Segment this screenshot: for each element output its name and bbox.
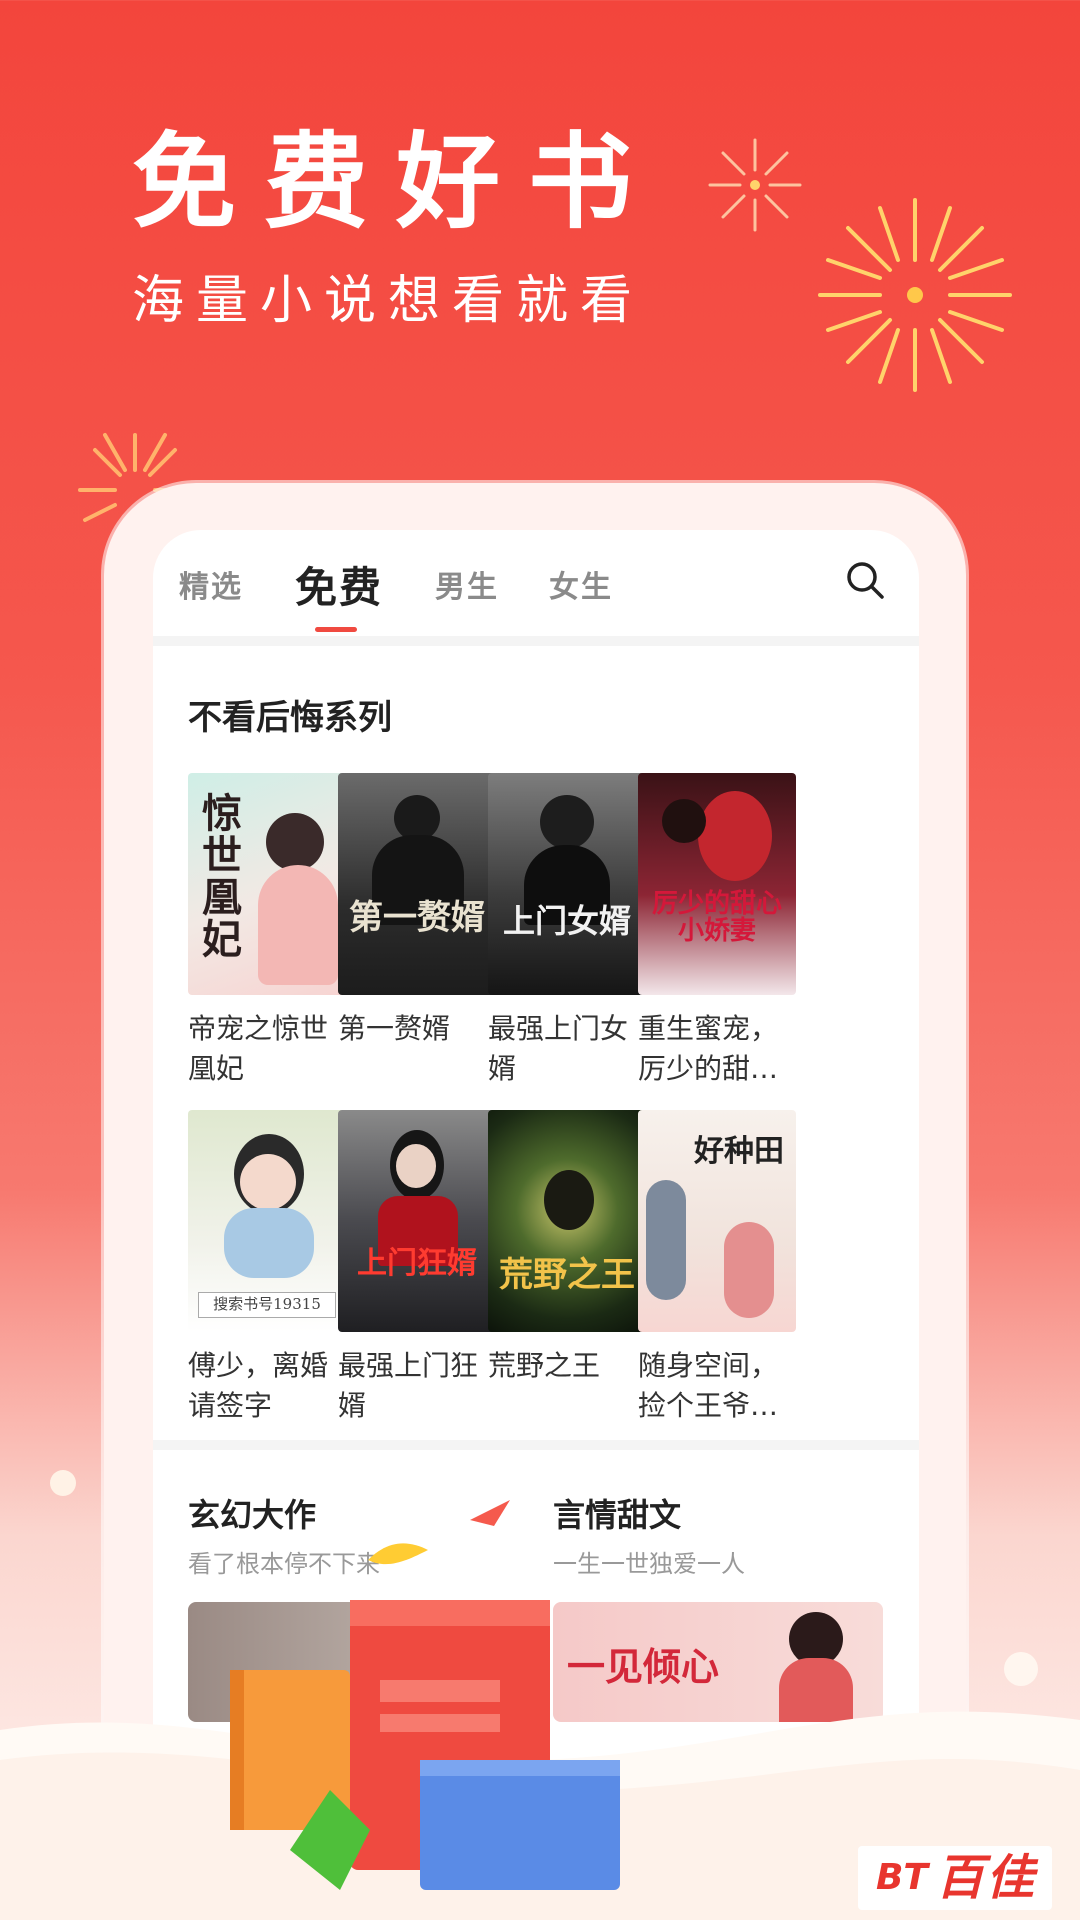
book-card[interactable]: 好种田 随身空间，捡个王爷种田 — [638, 1110, 796, 1426]
section-title: 不看后悔系列 — [188, 698, 392, 738]
book-cover: 厉少的甜心小娇妻 — [638, 773, 796, 995]
cover-title: 上门狂婿 — [357, 1246, 477, 1281]
book-card[interactable]: 第一赘婿 第一赘婿 — [338, 773, 496, 1049]
book-cover: 荒野之王 — [488, 1110, 646, 1332]
logo-icon: BT — [875, 1857, 928, 1898]
paper-plane-icon — [470, 1500, 510, 1526]
book-title: 第一赘婿 — [338, 1012, 451, 1045]
divider — [153, 636, 919, 646]
category-title[interactable]: 言情甜文 — [553, 1490, 681, 1536]
divider — [153, 1440, 919, 1450]
tab-active-indicator — [315, 627, 357, 632]
book-title: 荒野之王 — [488, 1349, 601, 1382]
category-subtitle: 一生一世独爱一人 — [553, 1550, 745, 1578]
cover-title: 第一赘婿 — [349, 898, 485, 938]
book-card[interactable]: 搜索书号19315 傅少，离婚请签字 — [188, 1110, 346, 1426]
bubble — [1004, 1652, 1038, 1686]
cover-title: 惊世凰妃 — [202, 790, 242, 963]
book-cover: 惊世凰妃 — [188, 773, 346, 995]
book-card[interactable]: 惊世凰妃 帝宠之惊世凰妃 — [188, 773, 346, 1089]
book-title: 傅少，离婚请签字 — [188, 1349, 329, 1422]
book-card[interactable]: 上门女婿 最强上门女婿 — [488, 773, 646, 1089]
cover-title: 好种田 — [694, 1134, 784, 1169]
book-card[interactable]: 荒野之王 荒野之王 — [488, 1110, 646, 1386]
cover-title: 荒野之王 — [499, 1255, 635, 1295]
bubble — [50, 1470, 76, 1496]
cover-title: 上门女婿 — [502, 902, 631, 940]
tab-male[interactable]: 男生 — [435, 562, 499, 606]
cover-title: 搜索书号19315 — [198, 1292, 336, 1318]
book-card[interactable]: 厉少的甜心小娇妻 重生蜜宠，厉少的甜心小娇妻 — [638, 773, 796, 1089]
book-title: 最强上门女婿 — [488, 1012, 629, 1085]
book-title: 最强上门狂婿 — [338, 1349, 479, 1422]
book-cover: 搜索书号19315 — [188, 1110, 346, 1332]
leaf-icon — [368, 1543, 428, 1565]
category-subtitle: 看了根本停不下来 — [188, 1550, 380, 1578]
promo-subheadline: 海量小说想看就看 — [132, 271, 645, 331]
book-card[interactable]: 上门狂婿 最强上门狂婿 — [338, 1110, 496, 1426]
logo-text: 百佳 — [935, 1850, 1036, 1906]
search-icon[interactable] — [845, 560, 885, 600]
tab-bar: 精选 免费 男生 女生 — [153, 530, 919, 636]
book-cover: 上门狂婿 — [338, 1110, 496, 1332]
book-cover: 好种田 — [638, 1110, 796, 1332]
tab-female[interactable]: 女生 — [549, 562, 613, 606]
firework-icon — [818, 198, 1012, 392]
brand-logo: BT 百佳 — [858, 1846, 1052, 1910]
promo-headline: 免费好书 — [132, 120, 661, 243]
book-cover: 第一赘婿 — [338, 773, 496, 995]
cover-title: 厉少的甜心小娇妻 — [651, 889, 782, 947]
tab-featured[interactable]: 精选 — [179, 562, 243, 606]
book-cover: 上门女婿 — [488, 773, 646, 995]
book-title: 重生蜜宠，厉少的甜心小娇妻 — [638, 1012, 779, 1085]
firework-icon — [708, 138, 802, 232]
book-stack-icon — [230, 1600, 620, 1890]
book-title: 随身空间，捡个王爷种田 — [638, 1349, 779, 1422]
book-title: 帝宠之惊世凰妃 — [188, 1012, 329, 1085]
tab-free[interactable]: 免费 — [295, 554, 383, 615]
category-title[interactable]: 玄幻大作 — [188, 1490, 316, 1536]
